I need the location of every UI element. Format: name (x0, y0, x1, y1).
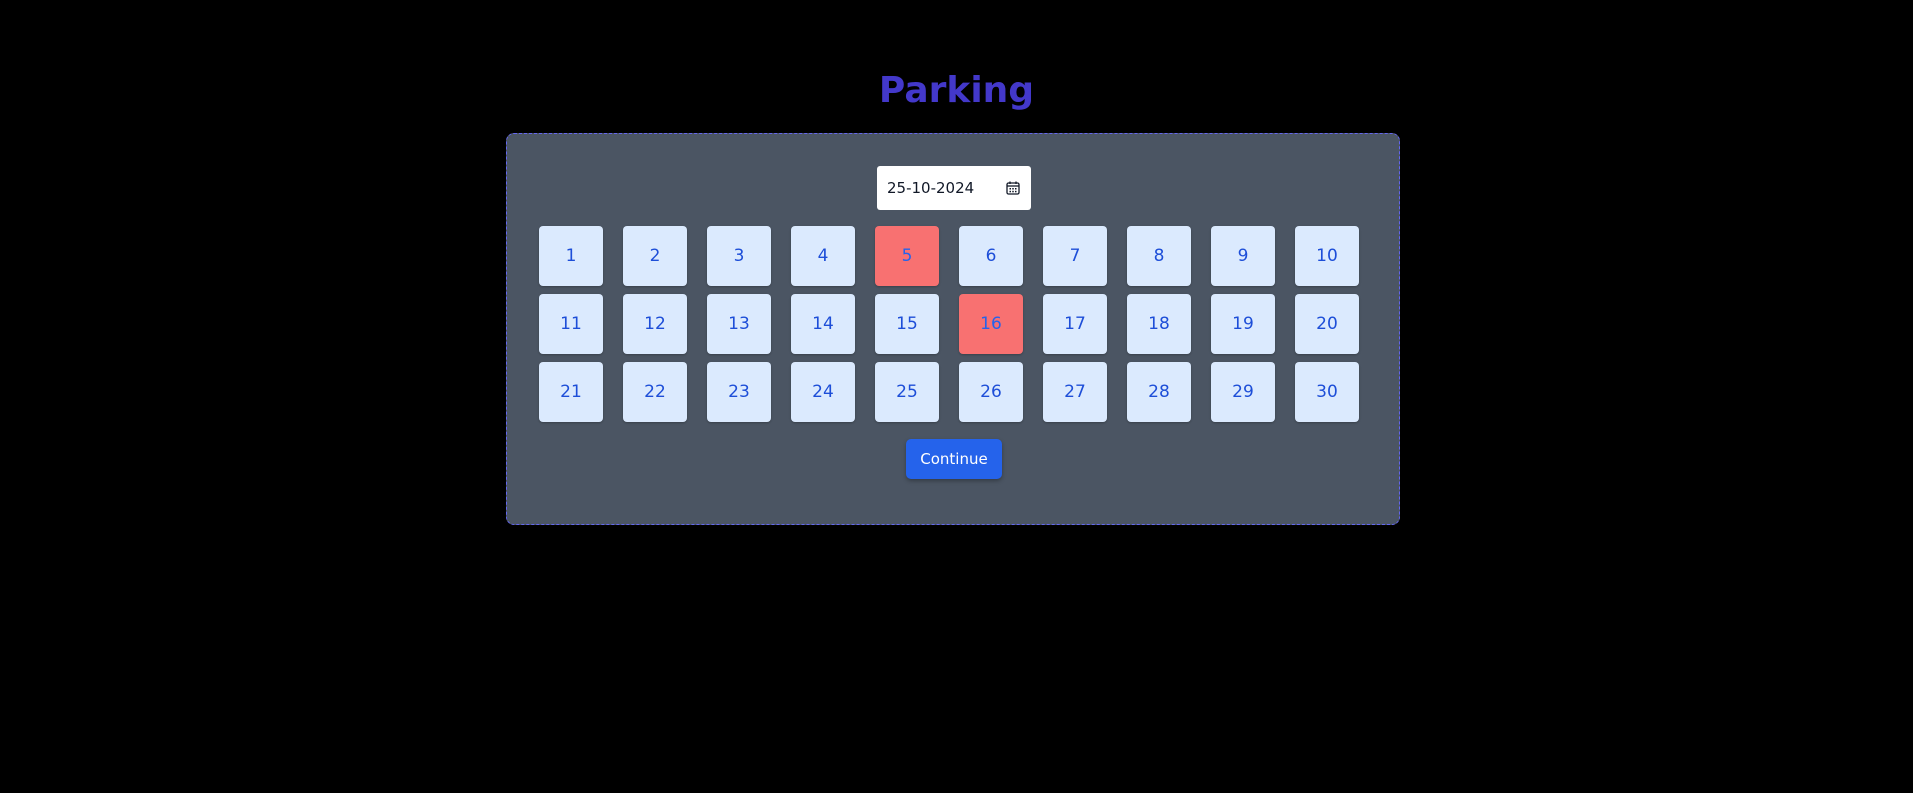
parking-slot[interactable]: 7 (1043, 226, 1107, 286)
parking-slot-grid: 1 2 3 4 5 6 7 8 9 10 11 12 13 14 15 16 17 18 19 20 21 22 23 24 2… (539, 226, 1359, 422)
parking-slot[interactable]: 26 (959, 362, 1023, 422)
parking-slot[interactable]: 8 (1127, 226, 1191, 286)
parking-slot[interactable]: 11 (539, 294, 603, 354)
parking-slot[interactable]: 10 (1295, 226, 1359, 286)
parking-slot[interactable]: 3 (707, 226, 771, 286)
parking-slot[interactable]: 9 (1211, 226, 1275, 286)
parking-slot[interactable]: 4 (791, 226, 855, 286)
parking-slot[interactable]: 24 (791, 362, 855, 422)
parking-slot[interactable]: 2 (623, 226, 687, 286)
parking-slot-booked[interactable]: 5 (875, 226, 939, 286)
parking-slot[interactable]: 22 (623, 362, 687, 422)
continue-button[interactable]: Continue (906, 439, 1002, 479)
parking-slot[interactable]: 13 (707, 294, 771, 354)
parking-slot[interactable]: 30 (1295, 362, 1359, 422)
parking-slot[interactable]: 21 (539, 362, 603, 422)
parking-slot[interactable]: 23 (707, 362, 771, 422)
parking-slot[interactable]: 25 (875, 362, 939, 422)
date-value[interactable]: 25-10-2024 (887, 179, 1005, 197)
parking-slot[interactable]: 17 (1043, 294, 1107, 354)
parking-slot[interactable]: 28 (1127, 362, 1191, 422)
parking-slot[interactable]: 1 (539, 226, 603, 286)
parking-slot[interactable]: 15 (875, 294, 939, 354)
parking-slot[interactable]: 29 (1211, 362, 1275, 422)
parking-slot[interactable]: 19 (1211, 294, 1275, 354)
parking-slot[interactable]: 27 (1043, 362, 1107, 422)
parking-slot-booked[interactable]: 16 (959, 294, 1023, 354)
parking-slot[interactable]: 14 (791, 294, 855, 354)
calendar-icon[interactable] (1005, 180, 1021, 196)
parking-slot[interactable]: 6 (959, 226, 1023, 286)
parking-slot[interactable]: 18 (1127, 294, 1191, 354)
page-title: Parking (878, 70, 1035, 111)
parking-slot[interactable]: 12 (623, 294, 687, 354)
parking-slot[interactable]: 20 (1295, 294, 1359, 354)
page: Parking 25-10-2024 1 2 3 4 5 6 7 8 9 10 11 1 (0, 0, 1913, 793)
parking-panel: 25-10-2024 1 2 3 4 5 6 7 8 9 10 11 12 13 14 15 16 17 18 19… (506, 133, 1400, 525)
date-input[interactable]: 25-10-2024 (877, 166, 1031, 210)
